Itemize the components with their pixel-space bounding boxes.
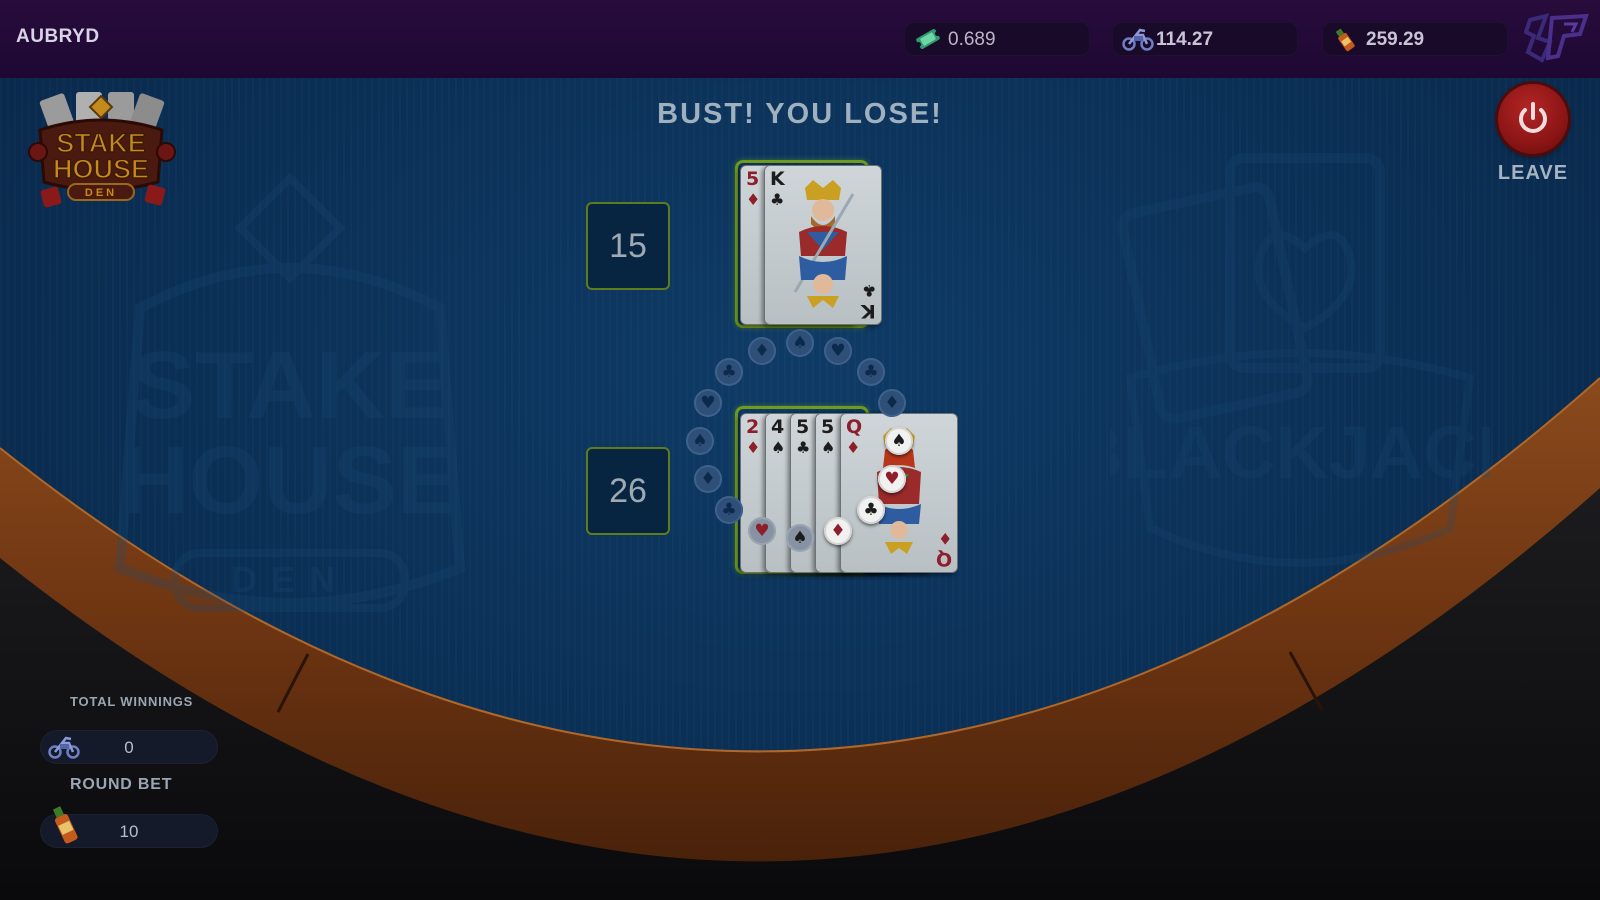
bottle-icon (1332, 27, 1358, 52)
club-chip-icon: ♣ (715, 358, 743, 386)
club-chip-icon: ♣ (715, 496, 743, 524)
round-bet-display: 10 (40, 806, 218, 848)
heart-chip-icon: ♥ (694, 389, 722, 417)
dealer-card: K ♣ K ♣ (764, 165, 882, 325)
blackjack-watermark: BLACKJACK (1110, 153, 1490, 567)
bottle-balance-value: 259.29 (1366, 29, 1425, 50)
spade-chip-icon: ♠ (686, 427, 714, 455)
card-rank: 4 (771, 416, 785, 438)
total-winnings-label: TOTAL WINNINGS (70, 694, 194, 709)
card-suit: ♦ (746, 190, 761, 209)
bike-balance-value: 114.27 (1156, 29, 1214, 50)
card-suit: ♣ (796, 438, 811, 457)
heart-chip-icon: ♥ (824, 337, 852, 365)
card-rank-corner: K (861, 300, 876, 322)
card-rank: 2 (746, 416, 760, 438)
club-chip-icon: ♣ (857, 496, 885, 524)
card-suit: ♠ (821, 438, 836, 457)
card-rank: 5 (821, 416, 835, 438)
heart-chip-icon: ♥ (878, 465, 906, 493)
spade-chip-icon: ♠ (786, 329, 814, 357)
player-score: 26 (586, 447, 670, 535)
card-rank: 5 (746, 168, 760, 190)
game-logo-icon[interactable] (1523, 12, 1590, 64)
card-rank-corner: Q (935, 548, 952, 570)
svg-text:STAKE: STAKE (131, 332, 449, 439)
card-suit: ♠ (771, 438, 786, 457)
stake-house-watermark: STAKE HOUSE DEN (114, 172, 466, 612)
diamond-chip-icon: ♦ (748, 337, 776, 365)
round-result-message: BUST! YOU LOSE! (657, 98, 943, 130)
logo-word-3: DEN (85, 187, 117, 199)
svg-text:HOUSE: HOUSE (119, 427, 460, 534)
dealer-score: 15 (586, 202, 670, 290)
heart-chip-icon: ♥ (748, 517, 776, 545)
diamond-chip-icon: ♦ (694, 465, 722, 493)
round-bet-label: ROUND BET (70, 776, 173, 793)
svg-text:BLACKJACK: BLACKJACK (1110, 411, 1490, 494)
top-bar: AUBRYD 0.689 114.27 259.29 (0, 0, 1600, 79)
diamond-chip-icon: ♦ (824, 517, 852, 545)
blackjack-table: STAKE HOUSE DEN BLACKJACK STAKE HOUSE DE… (0, 78, 1600, 900)
card-suit-corner: ♦ (937, 529, 952, 548)
bike-balance: 114.27 (1112, 22, 1298, 56)
leave-label: LEAVE (1497, 162, 1569, 184)
diamond-chip-icon: ♦ (878, 389, 906, 417)
card-rank: 5 (796, 416, 810, 438)
card-suit: ♦ (746, 438, 761, 457)
power-icon (1519, 102, 1547, 133)
round-bet-value: 10 (119, 822, 139, 841)
total-winnings-display: 0 (40, 730, 218, 764)
club-chip-icon: ♣ (857, 358, 885, 386)
username: AUBRYD (16, 26, 100, 47)
spade-chip-icon: ♠ (786, 524, 814, 552)
king-face-illustration (793, 180, 855, 308)
spade-chip-icon: ♠ (885, 427, 913, 455)
leave-button[interactable] (1498, 84, 1568, 154)
motorcycle-icon (1122, 27, 1154, 51)
total-winnings-value: 0 (124, 738, 134, 757)
card-suit-corner: ♣ (861, 281, 876, 300)
bottle-balance: 259.29 (1322, 22, 1508, 56)
ticket-balance-value: 0.689 (948, 29, 996, 50)
ticket-icon (914, 27, 941, 51)
logo-word-2: HOUSE (53, 154, 149, 184)
svg-text:DEN: DEN (231, 559, 349, 600)
ticket-balance: 0.689 (904, 22, 1090, 56)
